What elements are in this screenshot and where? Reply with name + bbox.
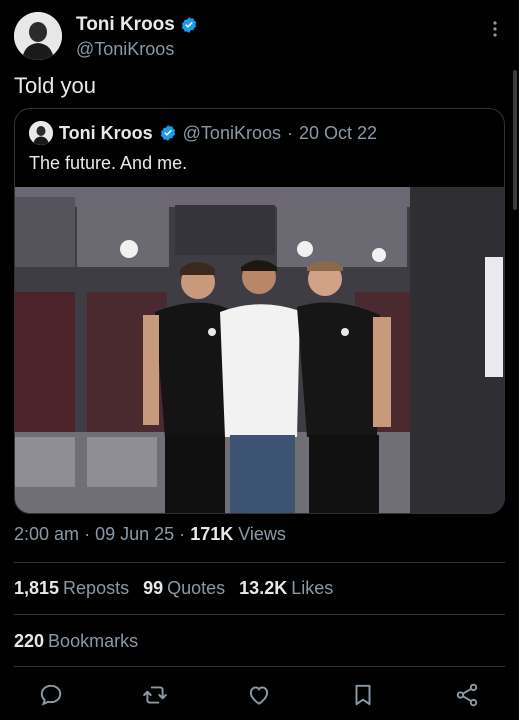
meta-separator: · [84, 524, 91, 544]
quotes-label: Quotes [167, 578, 226, 598]
reposts-count: 1,815 [14, 578, 60, 598]
divider [14, 562, 505, 563]
likes-label: Likes [291, 578, 334, 598]
author-display-name[interactable]: Toni Kroos [76, 14, 175, 36]
tweet-time[interactable]: 2:00 am [14, 524, 79, 544]
divider [14, 666, 505, 667]
reply-icon[interactable] [38, 682, 66, 710]
tweet-text: Told you [14, 73, 96, 98]
reposts-label: Reposts [63, 578, 130, 598]
quotes-count: 99 [143, 578, 164, 598]
views-count: 171K [190, 524, 234, 544]
tweet-date[interactable]: 09 Jun 25 [95, 524, 174, 544]
quotes-stat[interactable]: 99 Quotes [143, 578, 225, 599]
bookmarks-label: Bookmarks [48, 631, 139, 651]
quoted-tweet-card[interactable]: Toni Kroos @ToniKroos · 20 Oct 22 The fu… [14, 108, 505, 514]
verified-badge-icon [160, 125, 175, 141]
action-bar [14, 680, 505, 712]
meta-separator: · [179, 524, 186, 544]
meta-separator: · [286, 122, 293, 143]
bookmarks-count: 220 [14, 631, 45, 651]
quoted-author-handle: @ToniKroos [182, 122, 281, 143]
quoted-tweet-text: The future. And me. [29, 153, 188, 173]
repost-icon[interactable] [142, 682, 170, 710]
likes-count: 13.2K [239, 578, 288, 598]
quoted-tweet-photo[interactable] [15, 187, 504, 513]
quoted-author-name: Toni Kroos [59, 122, 153, 143]
author-handle[interactable]: @ToniKroos [76, 39, 198, 60]
author-avatar[interactable] [14, 12, 62, 60]
likes-stat[interactable]: 13.2K Likes [239, 578, 333, 599]
scrollbar[interactable] [513, 70, 517, 210]
reposts-stat[interactable]: 1,815 Reposts [14, 578, 129, 599]
tweet-timestamp-row: 2:00 am · 09 Jun 25 · 171K Views [14, 524, 286, 545]
divider [14, 614, 505, 615]
heart-icon[interactable] [246, 682, 274, 710]
views-label: Views [238, 524, 286, 544]
more-icon[interactable] [485, 20, 505, 44]
bookmark-icon[interactable] [350, 682, 378, 710]
share-icon[interactable] [454, 682, 482, 710]
bookmarks-stat[interactable]: 220 Bookmarks [14, 631, 138, 652]
quoted-author-avatar [29, 121, 53, 145]
engagement-stats: 1,815 Reposts 99 Quotes 13.2K Likes [14, 578, 333, 599]
tweet-header: Toni Kroos @ToniKroos [14, 12, 505, 64]
quoted-date: 20 Oct 22 [298, 122, 378, 143]
verified-badge-icon [181, 17, 196, 33]
